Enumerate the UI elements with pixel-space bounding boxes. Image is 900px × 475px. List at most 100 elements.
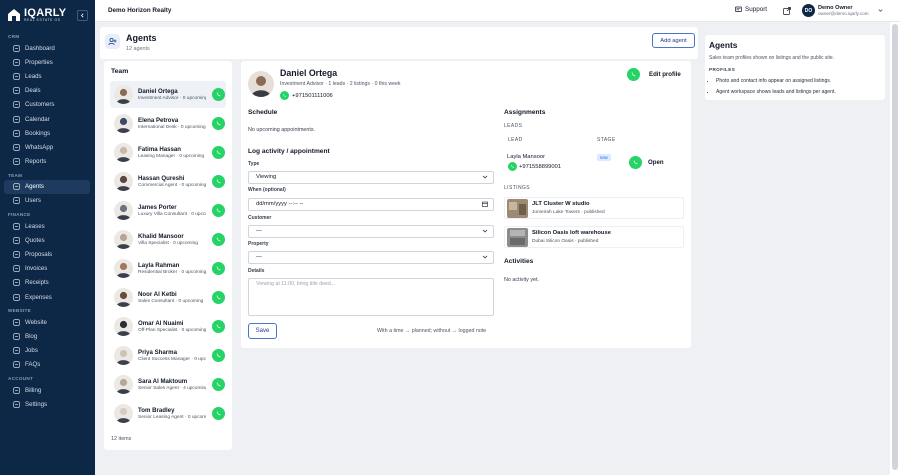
user-menu[interactable]: DO Demo Owner owner@demo.iqarly.com	[802, 4, 883, 17]
agent-name: Tom Bradley	[138, 406, 175, 414]
sidebar-item-invoices[interactable]: Invoices	[4, 262, 90, 276]
lead-column-header: LEAD	[508, 137, 523, 143]
when-datetime-input[interactable]: dd/mm/yyyy --:-- --	[248, 198, 494, 211]
agent-avatar	[114, 259, 133, 278]
sidebar-item-blog[interactable]: Blog	[4, 329, 90, 343]
whatsapp-button[interactable]	[212, 146, 225, 159]
sidebar-item-label: Users	[25, 197, 41, 205]
customer-select-value: —	[256, 228, 262, 234]
table-row[interactable]: Layla Mansoor +971558899001 new Open	[504, 151, 684, 181]
scrollbar-thumb[interactable]	[892, 24, 898, 470]
sidebar-item-agents[interactable]: Agents	[4, 179, 90, 194]
external-link-icon[interactable]	[783, 7, 791, 15]
agent-name: Hassan Qureshi	[138, 174, 185, 182]
support-button[interactable]: Support	[735, 6, 767, 13]
agent-phone[interactable]: +971501111006	[280, 91, 333, 100]
sidebar-item-customers[interactable]: Customers	[4, 98, 90, 112]
whatsapp-button[interactable]	[212, 378, 225, 391]
agent-list-item[interactable]: Tom Bradley Senior Leasing Agent · 0 upco…	[110, 400, 226, 427]
details-placeholder: Viewing at 11:00, bring title deed...	[256, 281, 336, 287]
whatsapp-button[interactable]	[212, 291, 225, 304]
property-select[interactable]: —	[248, 251, 494, 264]
sidebar-item-label: Receipts	[25, 279, 49, 287]
type-select-value: Viewing	[256, 174, 277, 180]
sidebar-item-proposals[interactable]: Proposals	[4, 247, 90, 261]
help-bullet: Agent workspace shows leads and listings…	[716, 87, 836, 98]
agent-list-item[interactable]: Priya Sharma Client Success Manager · 0 u…	[110, 342, 226, 369]
add-agent-button[interactable]: Add agent	[652, 33, 695, 48]
sidebar-item-users[interactable]: Users	[4, 194, 90, 208]
agent-name: Fatima Hassan	[138, 145, 182, 153]
open-lead-button[interactable]: Open	[648, 159, 664, 166]
quote-icon	[13, 237, 20, 244]
sidebar-item-label: Calendar	[25, 115, 50, 123]
sidebar-item-calendar[interactable]: Calendar	[4, 112, 90, 126]
sidebar-item-dashboard[interactable]: Dashboard	[4, 41, 90, 55]
sidebar-item-properties[interactable]: Properties	[4, 55, 90, 69]
agent-list-item[interactable]: Elena Petrova International Desk · 0 upco…	[110, 110, 226, 137]
sidebar-item-bookings[interactable]: Bookings	[4, 126, 90, 140]
sidebar-item-receipts[interactable]: Receipts	[4, 276, 90, 290]
listing-image	[507, 199, 528, 218]
whatsapp-button[interactable]	[212, 117, 225, 130]
agent-list-item[interactable]: Omar Al Nuaimi Off-Plan Specialist · 0 up…	[110, 313, 226, 340]
whatsapp-button[interactable]	[627, 68, 640, 81]
listing-title: JLT Cluster W studio	[532, 201, 590, 207]
sidebar-item-deals[interactable]: Deals	[4, 84, 90, 98]
user-icon	[13, 197, 20, 205]
sidebar-item-faqs[interactable]: FAQs	[4, 358, 90, 372]
sidebar-item-leads[interactable]: Leads	[4, 69, 90, 83]
sidebar-item-jobs[interactable]: Jobs	[4, 344, 90, 358]
agent-list-item[interactable]: Fatima Hassan Leasing Manager · 0 upcomin…	[110, 139, 226, 166]
sidebar-item-reports[interactable]: Reports	[4, 155, 90, 169]
whatsapp-button[interactable]	[212, 407, 225, 420]
lead-phone[interactable]: +971558899001	[508, 162, 561, 171]
whatsapp-button[interactable]	[212, 175, 225, 188]
agent-list-item[interactable]: Sara Al Maktoum Senior Sales Agent · 4 up…	[110, 371, 226, 398]
whatsapp-button[interactable]	[212, 204, 225, 217]
agent-list-item[interactable]: Khalid Mansoor Villa Specialist · 0 upcom…	[110, 226, 226, 253]
edit-profile-button[interactable]: Edit profile	[649, 71, 681, 78]
nav-section-title: WEBSITE	[8, 308, 32, 314]
type-select[interactable]: Viewing	[248, 171, 494, 184]
agent-list-item[interactable]: Layla Rahman Residential Broker · 0 upcom…	[110, 255, 226, 282]
agent-list-item[interactable]: Noor Al Ketbi Sales Consultant · 0 upcomi…	[110, 284, 226, 311]
top-bar: Demo Horizon Realty Support DO Demo Owne…	[95, 0, 900, 22]
sidebar-item-whatsapp[interactable]: WhatsApp	[4, 140, 90, 154]
agent-portrait-icon	[248, 71, 274, 97]
sidebar-item-website[interactable]: Website	[4, 315, 90, 329]
calendar-icon[interactable]	[482, 201, 488, 207]
whatsapp-button[interactable]	[629, 156, 642, 169]
log-activity-title: Log activity / appointment	[248, 148, 330, 155]
whatsapp-button[interactable]	[212, 349, 225, 362]
briefcase-icon	[13, 87, 20, 94]
listing-subtitle: Jumeirah Lake Towers · published	[532, 210, 605, 215]
agent-list-item[interactable]: Daniel Ortega Investment Advisor · 0 upco…	[110, 81, 226, 108]
lead-name: Layla Mansoor	[507, 154, 546, 160]
avatar: DO	[802, 4, 815, 17]
sidebar-item-settings[interactable]: Settings	[4, 397, 90, 411]
sidebar-item-expenses[interactable]: Expenses	[4, 290, 90, 304]
whatsapp-button[interactable]	[212, 262, 225, 275]
document-icon	[13, 222, 20, 230]
target-icon	[13, 73, 20, 80]
sidebar-item-leases[interactable]: Leases	[4, 219, 90, 233]
whatsapp-button[interactable]	[212, 233, 225, 246]
collapse-sidebar-button[interactable]	[77, 10, 88, 21]
sidebar-item-quotes[interactable]: Quotes	[4, 233, 90, 247]
details-textarea[interactable]: Viewing at 11:00, bring title deed...	[248, 278, 494, 316]
sidebar-item-billing[interactable]: Billing	[4, 383, 90, 397]
listing-item[interactable]: JLT Cluster W studio Jumeirah Lake Tower…	[504, 197, 684, 219]
agent-list-item[interactable]: James Porter Luxury Villa Consultant · 0 …	[110, 197, 226, 224]
agent-count: 12 agents	[126, 46, 150, 52]
listing-image	[507, 228, 528, 247]
agent-list-item[interactable]: Hassan Qureshi Commercial Agent · 0 upcom…	[110, 168, 226, 195]
save-button[interactable]: Save	[248, 323, 277, 339]
agent-name: Elena Petrova	[138, 116, 179, 124]
agent-role: Senior Leasing Agent · 0 upcoming	[138, 414, 206, 420]
customer-select[interactable]: —	[248, 225, 494, 238]
listing-item[interactable]: Silicon Oasis loft warehouse Dubai Silic…	[504, 226, 684, 248]
whatsapp-button[interactable]	[212, 88, 225, 101]
team-panel: Team Daniel Ortega Investment Advisor · 0…	[104, 61, 232, 450]
whatsapp-button[interactable]	[212, 320, 225, 333]
